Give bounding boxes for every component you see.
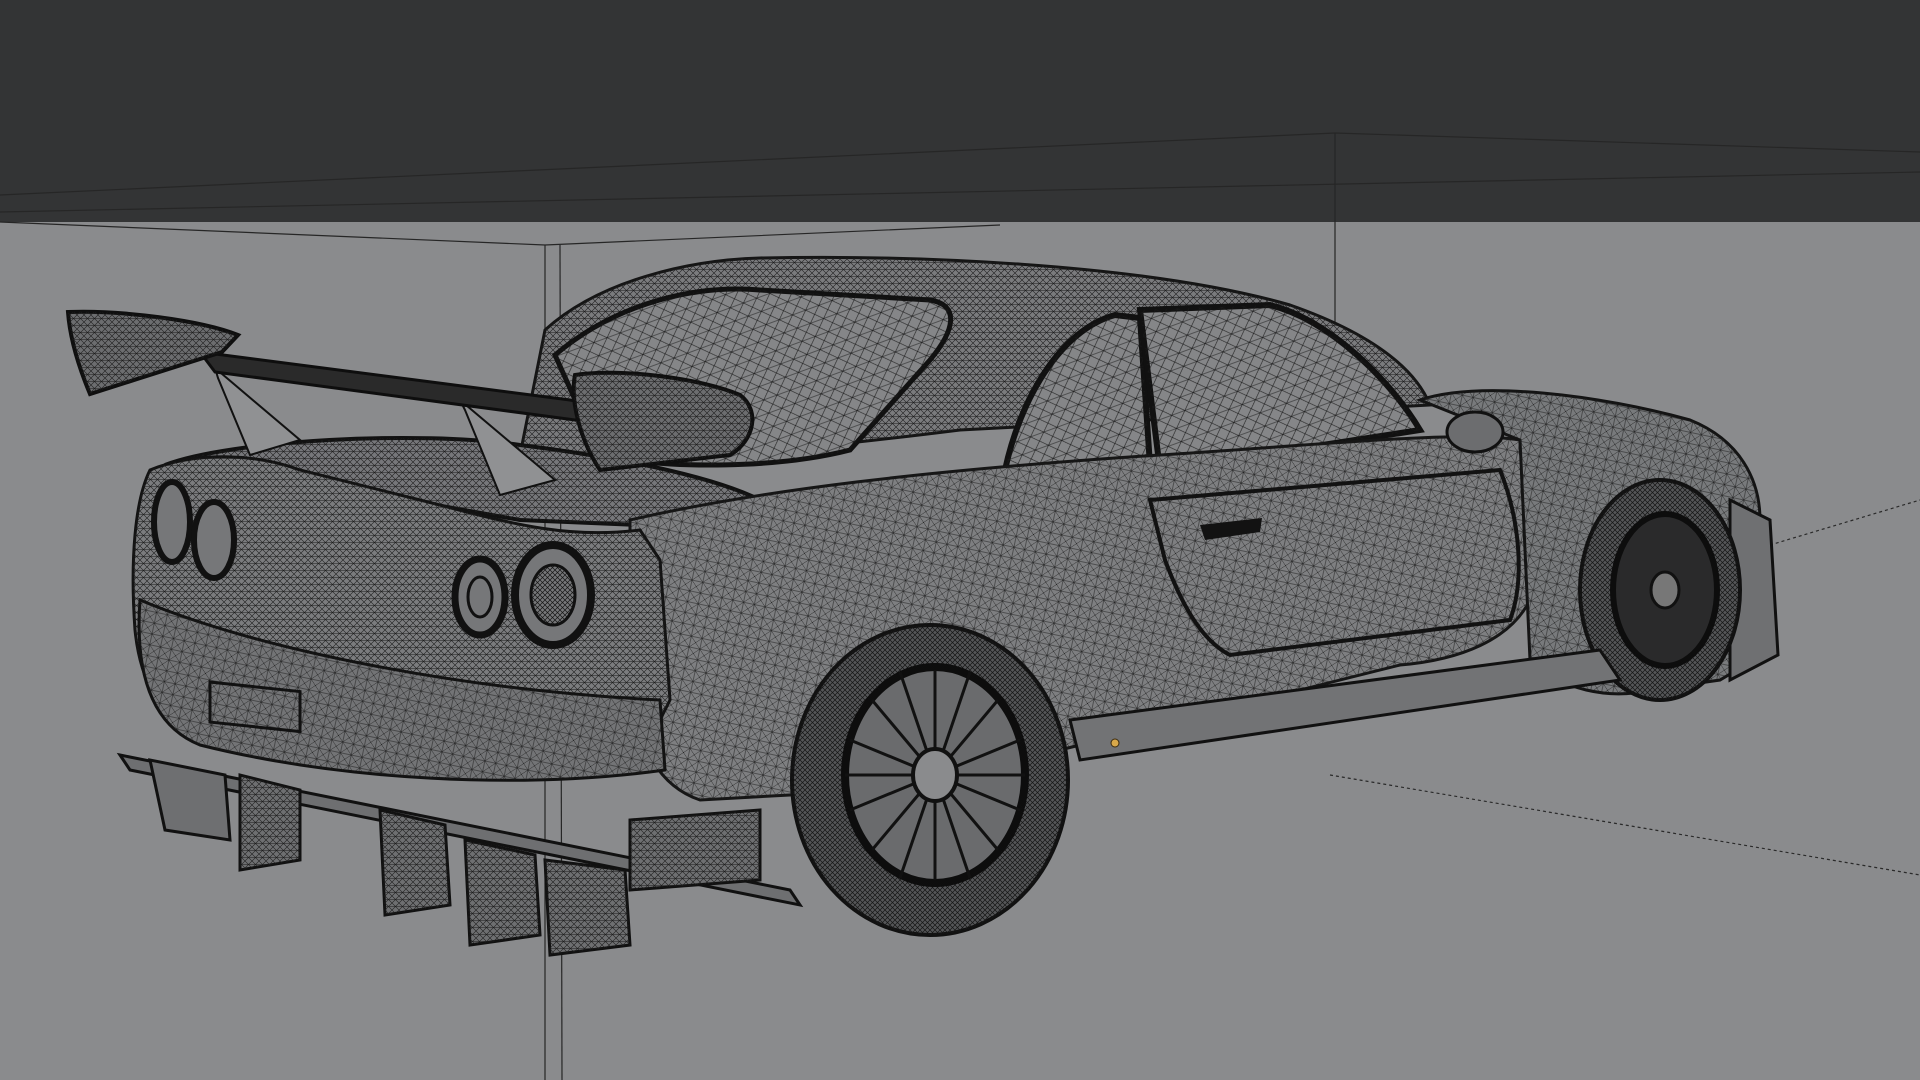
backdrop-wall: [0, 0, 1920, 222]
viewport-scene[interactable]: [0, 0, 1920, 1080]
rear-wheel: [790, 623, 1070, 937]
object-origin-pivot: [1110, 738, 1120, 748]
3d-viewport[interactable]: [0, 0, 1920, 1080]
side-mirror: [1445, 410, 1505, 454]
